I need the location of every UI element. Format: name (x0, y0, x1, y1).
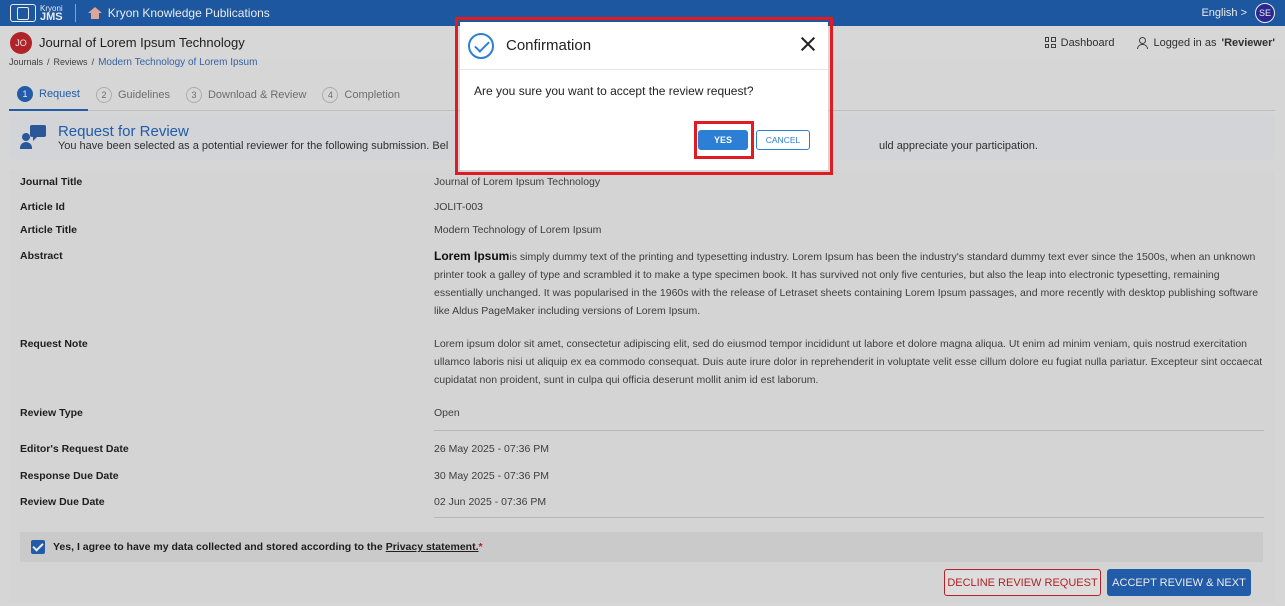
confirmation-dialog: Confirmation Are you sure you want to ac… (460, 22, 828, 170)
dialog-title: Confirmation (506, 37, 592, 54)
dialog-message: Are you sure you want to accept the revi… (474, 84, 754, 98)
close-icon[interactable] (800, 36, 816, 52)
cancel-button[interactable]: CANCEL (756, 130, 810, 150)
yes-button[interactable]: YES (698, 130, 748, 150)
dialog-header: Confirmation (460, 22, 828, 70)
check-circle-icon (468, 32, 494, 59)
